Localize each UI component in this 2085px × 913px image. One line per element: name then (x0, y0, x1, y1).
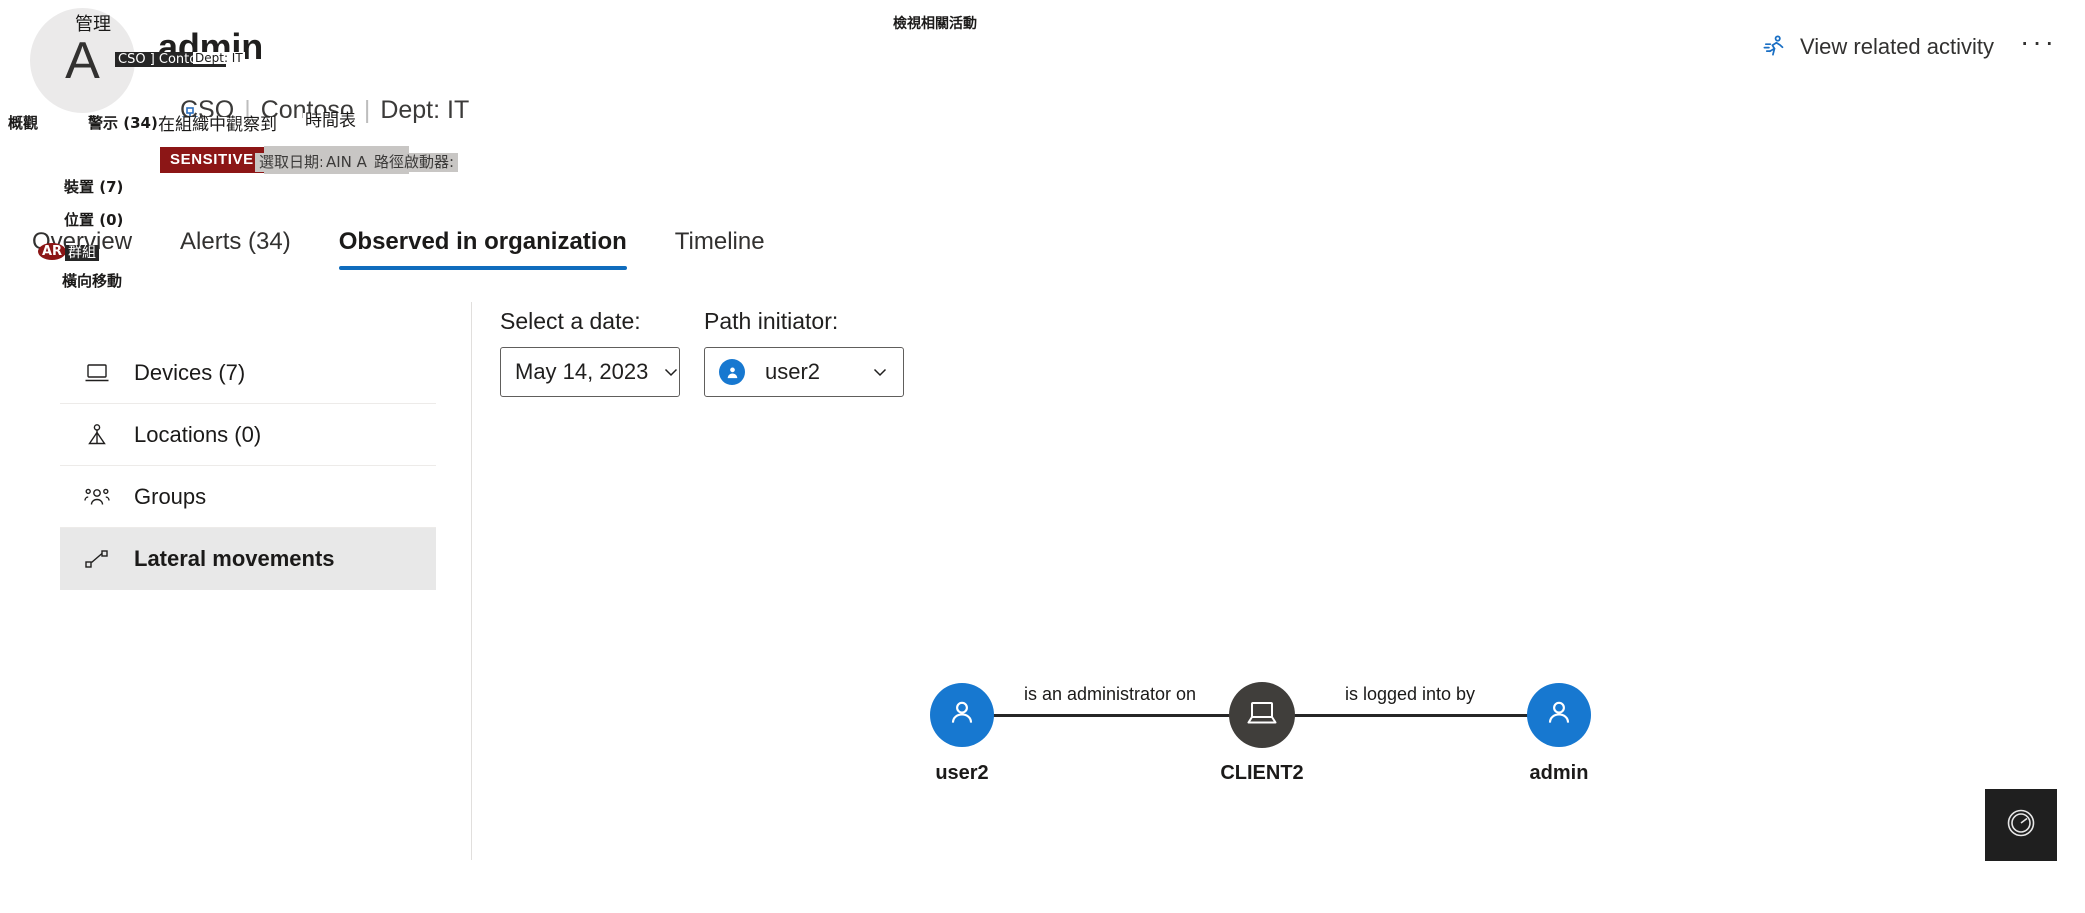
observed-nav-list: Devices (7) Locations (0) Groups Lateral… (60, 342, 436, 590)
overlay-manage: 管理 (75, 14, 111, 35)
overlay-alerts-mini: AR (38, 243, 67, 260)
performance-gauge-button[interactable] (1985, 789, 2057, 861)
date-dropdown[interactable]: May 14, 2023 (500, 347, 680, 397)
avatar-letter: A (65, 31, 100, 90)
graph-node-client2-label: CLIENT2 (1220, 762, 1304, 784)
date-filter: Select a date: May 14, 2023 (500, 308, 680, 397)
overlay-observed-in-org: 在組織中觀察到 (156, 115, 279, 135)
overlay-dept-it: Dept: IT (193, 51, 245, 65)
header-actions: View related activity ··· (1762, 28, 2057, 66)
overlay-select-date: 選取日期: (255, 153, 329, 172)
overlay-view-related-activity: 檢視相關活動 (893, 16, 977, 32)
path-initiator-filter: Path initiator: user2 (704, 308, 904, 397)
user-icon (945, 696, 979, 735)
graph-node-admin-label: admin (1529, 762, 1589, 784)
graph-node-client2[interactable] (1229, 682, 1295, 748)
gauge-icon (2004, 806, 2038, 845)
graph-node-admin[interactable] (1527, 683, 1591, 747)
sidebar-item-groups[interactable]: Groups (60, 466, 436, 528)
graph-edge-2 (1290, 714, 1530, 717)
sidebar-item-devices[interactable]: Devices (7) (60, 342, 436, 404)
graph-edge-1-label: is an administrator on (1023, 684, 1197, 704)
laptop-icon (1244, 698, 1280, 733)
lateral-movement-graph: is an administrator on is logged into by… (930, 650, 1591, 784)
user-avatar-icon (719, 359, 745, 385)
user-icon (1542, 696, 1576, 735)
filter-bar: Select a date: May 14, 2023 Path initiat… (500, 308, 904, 397)
people-icon (84, 484, 110, 510)
graph-edge-1 (990, 714, 1230, 717)
more-options-icon[interactable]: ··· (2020, 28, 2057, 66)
view-related-activity-label: View related activity (1800, 34, 1995, 59)
location-person-icon (84, 422, 110, 448)
status-badge-sensitive: SENSITIVE (160, 147, 264, 173)
overlay-locations: 位置 (0) (64, 211, 124, 229)
path-initiator-value: user2 (765, 359, 821, 384)
sidebar-item-label: Locations (0) (134, 421, 262, 447)
sidebar-item-lateral-movements[interactable]: Lateral movements (60, 528, 436, 590)
chevron-down-icon (871, 363, 889, 381)
overlay-groups: 群組 (65, 245, 99, 261)
lateral-movement-icon (84, 546, 110, 572)
meta-separator-2: | (363, 96, 371, 124)
tab-strip: Overview Alerts (34) Observed in organiz… (32, 228, 765, 270)
overlay-path-initiator: 路徑啟動器: (370, 153, 459, 172)
path-initiator-value-group: user2 (719, 359, 820, 385)
date-dropdown-value: May 14, 2023 (515, 359, 649, 384)
chevron-down-icon (662, 363, 680, 381)
overlay-devices: 裝置 (7) (64, 178, 124, 196)
view-related-activity-button[interactable]: View related activity (1762, 34, 1994, 60)
graph-node-user2[interactable] (930, 683, 994, 747)
sidebar-item-label: Groups (134, 483, 207, 509)
vertical-divider (471, 302, 472, 860)
overlay-overview: 概觀 (8, 114, 39, 132)
page-root: A admin CSO | Contoso | Dept: IT SENSITI… (0, 0, 2085, 913)
tab-timeline[interactable]: Timeline (675, 228, 765, 270)
path-initiator-label: Path initiator: (704, 308, 839, 334)
graph-edge-2-label: is logged into by (1344, 684, 1476, 704)
overlay-lateral-movements: 橫向移動 (62, 272, 123, 290)
laptop-icon (84, 360, 110, 386)
running-person-icon (1762, 34, 1788, 60)
overlay-domain-admins-fragment: AIN A (322, 153, 371, 172)
identity-meta-dept: Dept: IT (380, 96, 470, 124)
sidebar-item-label: Devices (7) (134, 359, 246, 385)
date-filter-label: Select a date: (500, 308, 641, 334)
path-initiator-dropdown[interactable]: user2 (704, 347, 904, 397)
sidebar-item-label: Lateral movements (134, 546, 335, 571)
sidebar-item-locations[interactable]: Locations (0) (60, 404, 436, 466)
overlay-timeline: 時間表 (303, 111, 358, 131)
graph-node-user2-label: user2 (935, 762, 989, 784)
overlay-alerts: 警示 (34) (88, 114, 158, 132)
tab-alerts[interactable]: Alerts (34) (180, 228, 291, 270)
tab-observed-in-organization[interactable]: Observed in organization (338, 228, 627, 270)
